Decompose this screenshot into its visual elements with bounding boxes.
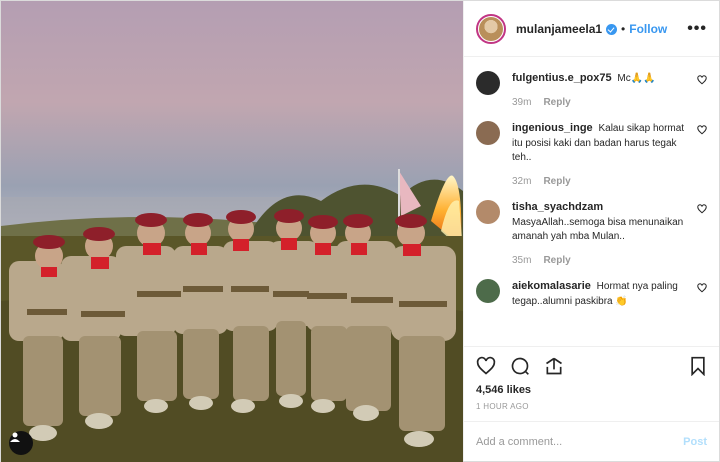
separator-dot: •	[621, 21, 626, 36]
add-comment-bar: Post	[464, 421, 719, 461]
heart-icon[interactable]	[685, 200, 707, 214]
header-username[interactable]: mulanjameela1	[516, 22, 602, 36]
share-icon[interactable]	[544, 356, 564, 376]
comment-time[interactable]: 35m	[512, 255, 531, 266]
comment-username[interactable]: tisha_syachdzam	[512, 201, 603, 213]
heart-icon[interactable]	[685, 121, 707, 135]
commenter-avatar[interactable]	[476, 200, 500, 224]
reply-button[interactable]: Reply	[543, 176, 570, 187]
reply-button[interactable]: Reply	[543, 97, 570, 108]
follow-button[interactable]: Follow	[629, 22, 667, 36]
comment-time[interactable]: 32m	[512, 176, 531, 187]
post-header: mulanjameela1 • Follow •••	[464, 1, 719, 57]
reply-button[interactable]: Reply	[543, 255, 570, 266]
comment-item: aiekomalasarie Hormat nya paling tegap..…	[476, 279, 707, 309]
heart-icon[interactable]	[685, 279, 707, 293]
comment-text: MasyaAllah..semoga bisa menunaikan amana…	[512, 216, 684, 243]
heart-icon[interactable]	[476, 356, 496, 376]
comment-username[interactable]: fulgentius.e_pox75	[512, 72, 612, 84]
commenter-avatar[interactable]	[476, 71, 500, 95]
post-photo[interactable]	[1, 1, 463, 462]
post-side-panel: mulanjameela1 • Follow ••• fulgentius.e_…	[463, 1, 719, 461]
comment-icon[interactable]	[510, 356, 530, 376]
comment-input[interactable]	[476, 435, 684, 448]
instagram-post: mulanjameela1 • Follow ••• fulgentius.e_…	[0, 0, 720, 462]
action-bar	[464, 346, 719, 384]
profile-avatar[interactable]	[476, 13, 506, 44]
commenter-avatar[interactable]	[476, 279, 500, 303]
comment-item: ingenious_inge Kalau sikap hormat itu po…	[476, 121, 707, 189]
comment-username[interactable]: ingenious_inge	[512, 122, 593, 134]
comments-list: fulgentius.e_pox75 Mc🙏🙏 39m Reply ingenio…	[464, 57, 719, 346]
commenter-avatar[interactable]	[476, 121, 500, 145]
comment-item: fulgentius.e_pox75 Mc🙏🙏 39m Reply	[476, 71, 707, 110]
comment-username[interactable]: aiekomalasarie	[512, 280, 591, 292]
comment-text: Mc🙏🙏	[617, 73, 656, 84]
more-options-icon[interactable]: •••	[687, 20, 707, 38]
verified-icon	[606, 24, 618, 35]
post-comment-button[interactable]: Post	[683, 436, 707, 448]
comment-item: tisha_syachdzam MasyaAllah..semoga bisa …	[476, 200, 707, 268]
user-tag-icon[interactable]	[9, 431, 33, 455]
bookmark-icon[interactable]	[689, 356, 707, 376]
likes-count[interactable]: 4,546 likes	[464, 384, 719, 396]
post-timestamp[interactable]: 1 HOUR AGO	[464, 396, 719, 421]
photo-scene	[1, 169, 463, 462]
comment-time[interactable]: 39m	[512, 97, 531, 108]
heart-icon[interactable]	[685, 71, 707, 85]
